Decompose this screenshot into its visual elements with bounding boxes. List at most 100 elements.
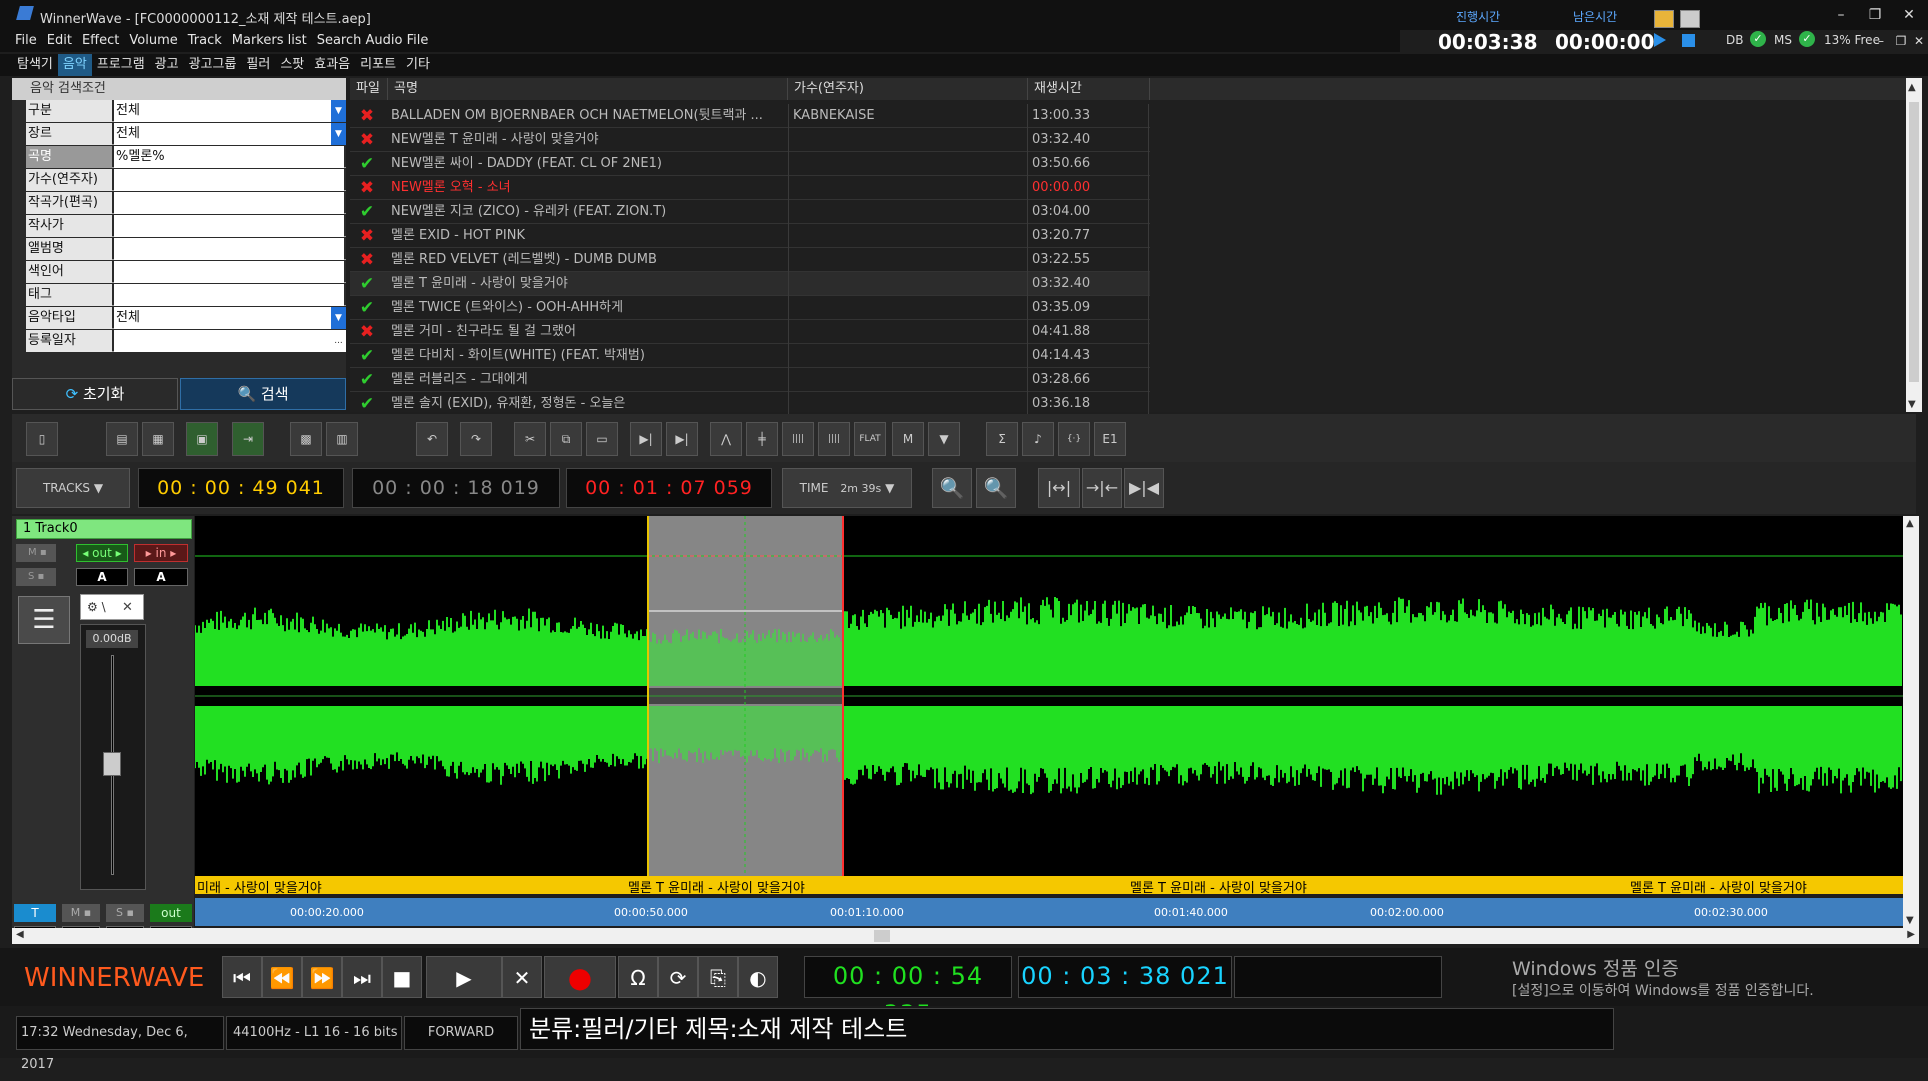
open-button[interactable]: ▤ [106, 422, 138, 456]
table-row[interactable]: ✔ 멜론 러블리즈 - 그대에게 03:28.66 [350, 368, 1150, 392]
clip-button[interactable]: ▥ [326, 422, 358, 456]
mark-out-button[interactable]: ▶| [666, 422, 698, 456]
output-button[interactable]: ◂ out ▸ [76, 544, 128, 562]
mdi-close-button[interactable]: ✕ [1908, 30, 1928, 52]
search-row-value[interactable]: 전체 [114, 307, 344, 329]
menu-volume[interactable]: Volume [124, 30, 182, 52]
scissors-button[interactable]: ✂ [514, 422, 546, 456]
search-row-value[interactable] [114, 192, 344, 214]
mdi-minimize-button[interactable]: – [1870, 30, 1892, 52]
cut-clip-button[interactable]: ▩ [290, 422, 322, 456]
search-row-value[interactable] [114, 215, 344, 237]
tab-program[interactable]: 프로그램 [92, 54, 150, 76]
track-t-button[interactable]: T [14, 904, 56, 922]
maximize-button[interactable]: ❐ [1864, 4, 1886, 26]
envelope-button[interactable]: ⋀ [710, 422, 742, 456]
export-button[interactable]: ⎘ [698, 956, 738, 998]
table-row[interactable]: ✔ 멜론 T 윤미래 - 사랑이 맞을거야 03:32.40 [350, 272, 1150, 296]
tab-ad[interactable]: 광고 [150, 54, 184, 76]
minimize-button[interactable]: – [1830, 4, 1852, 26]
table-row[interactable]: ✔ 멜론 솔지 (EXID), 유재환, 정형돈 - 오늘은 03:36.18 [350, 392, 1150, 416]
table-row[interactable]: ✖ NEW멜론 T 윤미래 - 사랑이 맞을거야 03:32.40 [350, 128, 1150, 152]
table-row[interactable]: ✖ 멜론 RED VELVET (레드벨벳) - DUMB DUMB 03:22.5… [350, 248, 1150, 272]
tab-report[interactable]: 리포트 [355, 54, 401, 76]
search-row-value[interactable]: 전체 [114, 100, 344, 122]
save-button[interactable]: ▦ [142, 422, 174, 456]
paste-button[interactable]: ▭ [586, 422, 618, 456]
track-out-button[interactable]: out [150, 904, 192, 922]
search-row-value[interactable] [114, 284, 344, 306]
db-icon[interactable] [1680, 10, 1700, 28]
go-start-button[interactable]: ⏮ [222, 956, 262, 998]
search-row-value[interactable] [114, 238, 344, 260]
dropdown-button[interactable]: ▼ [928, 422, 960, 456]
search-row-value[interactable] [114, 169, 344, 191]
tab-ad-group[interactable]: 광고그룹 [184, 54, 242, 76]
omega-button[interactable]: Ω [618, 956, 658, 998]
folder-icon[interactable] [1654, 10, 1674, 28]
plugin-close-icon[interactable]: ✕ [122, 600, 133, 615]
track-name[interactable]: 1 Track0 [16, 519, 192, 539]
date-picker-button[interactable]: ... [331, 330, 346, 352]
tab-music[interactable]: 음악 [57, 54, 92, 76]
split-view-button[interactable]: →|← [1082, 468, 1122, 508]
table-row[interactable]: ✔ 멜론 TWICE (트와이스) - OOH-AHH하게 03:35.09 [350, 296, 1150, 320]
search-row-value[interactable]: %멜론% [114, 146, 344, 168]
mixer-icon[interactable]: ☰ [18, 596, 70, 644]
search-row-value[interactable] [114, 261, 344, 283]
search-row-value[interactable] [114, 330, 344, 352]
fader-knob[interactable] [103, 752, 121, 776]
flat-button[interactable]: FLAT [854, 422, 886, 456]
input-button[interactable]: ▸ in ▸ [134, 544, 188, 562]
play-button[interactable]: ▶ [426, 956, 502, 998]
plugin-tab[interactable]: ⚙ \ [80, 594, 144, 620]
tab-sfx[interactable]: 효과음 [309, 54, 355, 76]
play-icon[interactable] [1654, 33, 1666, 47]
loop-button[interactable]: ⟳ [658, 956, 698, 998]
close-button[interactable]: ✕ [1898, 4, 1920, 26]
new-button[interactable]: ▯ [26, 422, 58, 456]
col-duration[interactable]: 재생시간 [1028, 78, 1150, 100]
tab-etc[interactable]: 기타 [401, 54, 435, 76]
reset-button[interactable]: ⟳ 초기화 [12, 378, 178, 410]
fade-button[interactable]: {·} [1058, 422, 1090, 456]
mix-button[interactable]: M [892, 422, 924, 456]
range-button[interactable]: ▶|◀ [1124, 468, 1164, 508]
search-row-value[interactable]: 전체 [114, 123, 344, 145]
e1-button[interactable]: E1 [1094, 422, 1126, 456]
stop-button[interactable]: ■ [382, 956, 422, 998]
mute-button[interactable]: M ▪ [16, 544, 56, 562]
zoom-out-button[interactable]: 🔍 [976, 468, 1016, 508]
zoom-in-button[interactable]: 🔍 [932, 468, 972, 508]
record-button[interactable]: ● [544, 956, 616, 998]
wave-hscroll[interactable]: ◀ ▶ [12, 928, 1919, 944]
compress-button[interactable]: |||| [818, 422, 850, 456]
table-row[interactable]: ✖ BALLADEN OM BJOERNBAER OCH NAETMELON(뒷트… [350, 104, 1150, 128]
channel-a-left[interactable]: A [76, 568, 128, 586]
fit-width-button[interactable]: |↔| [1038, 468, 1080, 508]
channel-a-right[interactable]: A [134, 568, 188, 586]
table-row[interactable]: ✖ 멜론 EXID - HOT PINK 03:20.77 [350, 224, 1150, 248]
menu-file[interactable]: File [10, 30, 42, 52]
shuffle-button[interactable]: ✕ [502, 956, 542, 998]
note-button[interactable]: ♪ [1022, 422, 1054, 456]
menu-search-audio-file[interactable]: Search Audio File [312, 30, 434, 52]
menu-track[interactable]: Track [183, 30, 227, 52]
dropdown-arrow-icon[interactable]: ▼ [331, 307, 346, 329]
search-button[interactable]: 🔍 검색 [180, 378, 346, 410]
tab-filler[interactable]: 필러 [241, 54, 275, 76]
table-row[interactable]: ✔ NEW멜론 싸이 - DADDY (FEAT. CL OF 2NE1) 03:5… [350, 152, 1150, 176]
tracks-button[interactable]: TRACKS ▼ [16, 468, 130, 508]
stop-icon[interactable] [1682, 34, 1695, 47]
table-row[interactable]: ✖ 멜론 거미 - 친구라도 될 걸 그랬어 04:41.88 [350, 320, 1150, 344]
dropdown-arrow-icon[interactable]: ▼ [331, 123, 346, 145]
track-s-button[interactable]: S ▪ [106, 904, 144, 922]
fast-forward-button[interactable]: ⏩ [302, 956, 342, 998]
insert-button[interactable]: ▣ [186, 422, 218, 456]
wave-vscroll[interactable]: ▲ ▼ [1903, 516, 1919, 928]
menu-effect[interactable]: Effect [77, 30, 124, 52]
col-artist[interactable]: 가수(연주자) [788, 78, 1028, 100]
menu-edit[interactable]: Edit [42, 30, 77, 52]
table-row[interactable]: ✔ 멜론 다비치 - 화이트(WHITE) (FEAT. 박재범) 04:14.43 [350, 344, 1150, 368]
track-m-button[interactable]: M ▪ [62, 904, 100, 922]
